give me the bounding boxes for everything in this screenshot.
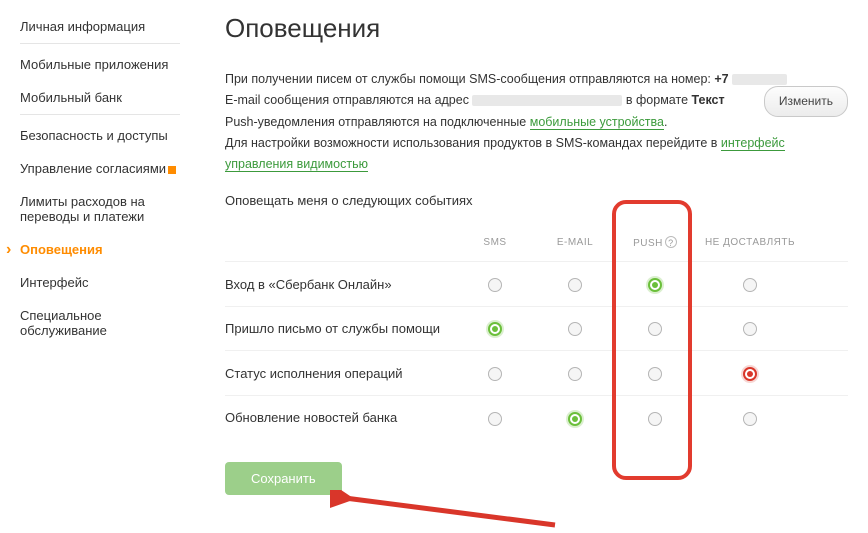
notifications-table: SMS E-MAIL PUSH? НЕ ДОСТАВЛЯТЬ Вход в «С… xyxy=(225,228,848,439)
info-text: в формате xyxy=(622,93,691,107)
phone-prefix: +7 xyxy=(714,72,728,86)
info-text: E-mail сообщения отправляются на адрес xyxy=(225,93,472,107)
sidebar-item-security[interactable]: Безопасность и доступы xyxy=(20,119,180,152)
table-row: Вход в «Сбербанк Онлайн» xyxy=(225,261,848,306)
sidebar-item-personal[interactable]: Личная информация xyxy=(20,10,180,44)
page-title: Оповещения xyxy=(225,13,848,44)
sidebar-item-label: Специальное обслуживание xyxy=(20,308,107,338)
sidebar-item-consents[interactable]: Управление согласиями xyxy=(20,152,180,185)
sidebar-item-special[interactable]: Специальное обслуживание xyxy=(20,299,180,347)
sidebar-item-label: Мобильный банк xyxy=(20,90,122,105)
sidebar-item-label: Лимиты расходов на переводы и платежи xyxy=(20,194,145,224)
radio-push[interactable] xyxy=(648,367,662,381)
badge-icon xyxy=(168,166,176,174)
info-text: Для настройки возможности использования … xyxy=(225,136,721,150)
main-content: Оповещения При получении писем от службы… xyxy=(195,0,868,505)
radio-none[interactable] xyxy=(743,322,757,336)
sidebar-item-mobile-bank[interactable]: Мобильный банк xyxy=(20,81,180,115)
events-subtitle: Оповещать меня о следующих событиях xyxy=(225,193,848,208)
sidebar-item-label: Интерфейс xyxy=(20,275,88,290)
radio-push[interactable] xyxy=(648,322,662,336)
sidebar-item-label: Личная информация xyxy=(20,19,145,34)
radio-sms[interactable] xyxy=(488,367,502,381)
radio-sms[interactable] xyxy=(488,278,502,292)
row-label: Обновление новостей банка xyxy=(225,410,455,425)
sidebar-item-label: Оповещения xyxy=(20,242,103,257)
radio-none[interactable] xyxy=(743,367,757,381)
info-text: . xyxy=(664,115,667,129)
col-email: E-MAIL xyxy=(535,237,615,248)
sidebar-item-apps[interactable]: Мобильные приложения xyxy=(20,48,180,81)
mobile-devices-link[interactable]: мобильные устройства xyxy=(530,115,664,130)
sidebar-item-notifications[interactable]: Оповещения xyxy=(20,233,180,266)
table-row: Обновление новостей банка xyxy=(225,395,848,440)
sidebar-item-label: Управление согласиями xyxy=(20,161,166,176)
radio-none[interactable] xyxy=(743,412,757,426)
sidebar-item-label: Мобильные приложения xyxy=(20,57,168,72)
radio-push[interactable] xyxy=(648,278,662,292)
redacted-email xyxy=(472,95,622,106)
radio-none[interactable] xyxy=(743,278,757,292)
sidebar-item-limits[interactable]: Лимиты расходов на переводы и платежи xyxy=(20,185,180,233)
radio-email[interactable] xyxy=(568,278,582,292)
radio-sms[interactable] xyxy=(488,322,502,336)
radio-email[interactable] xyxy=(568,322,582,336)
table-header: SMS E-MAIL PUSH? НЕ ДОСТАВЛЯТЬ xyxy=(225,228,848,261)
change-button[interactable]: Изменить xyxy=(764,86,848,116)
table-row: Пришло письмо от службы помощи xyxy=(225,306,848,351)
radio-email[interactable] xyxy=(568,412,582,426)
col-none: НЕ ДОСТАВЛЯТЬ xyxy=(695,237,805,248)
table-row: Статус исполнения операций xyxy=(225,350,848,395)
row-label: Пришло письмо от службы помощи xyxy=(225,321,455,336)
radio-email[interactable] xyxy=(568,367,582,381)
row-label: Статус исполнения операций xyxy=(225,366,455,381)
info-text: Push-уведомления отправляются на подключ… xyxy=(225,115,530,129)
radio-push[interactable] xyxy=(648,412,662,426)
sidebar: Личная информация Мобильные приложения М… xyxy=(0,0,195,505)
save-button[interactable]: Сохранить xyxy=(225,462,342,495)
format-label: Текст xyxy=(692,93,725,107)
info-block: При получении писем от службы помощи SMS… xyxy=(225,69,848,175)
sidebar-item-interface[interactable]: Интерфейс xyxy=(20,266,180,299)
sidebar-item-label: Безопасность и доступы xyxy=(20,128,168,143)
info-text: При получении писем от службы помощи SMS… xyxy=(225,72,714,86)
redacted-phone xyxy=(732,74,787,85)
row-label: Вход в «Сбербанк Онлайн» xyxy=(225,277,455,292)
help-icon[interactable]: ? xyxy=(665,236,677,248)
col-sms: SMS xyxy=(455,237,535,248)
radio-sms[interactable] xyxy=(488,412,502,426)
col-push: PUSH? xyxy=(615,236,695,249)
